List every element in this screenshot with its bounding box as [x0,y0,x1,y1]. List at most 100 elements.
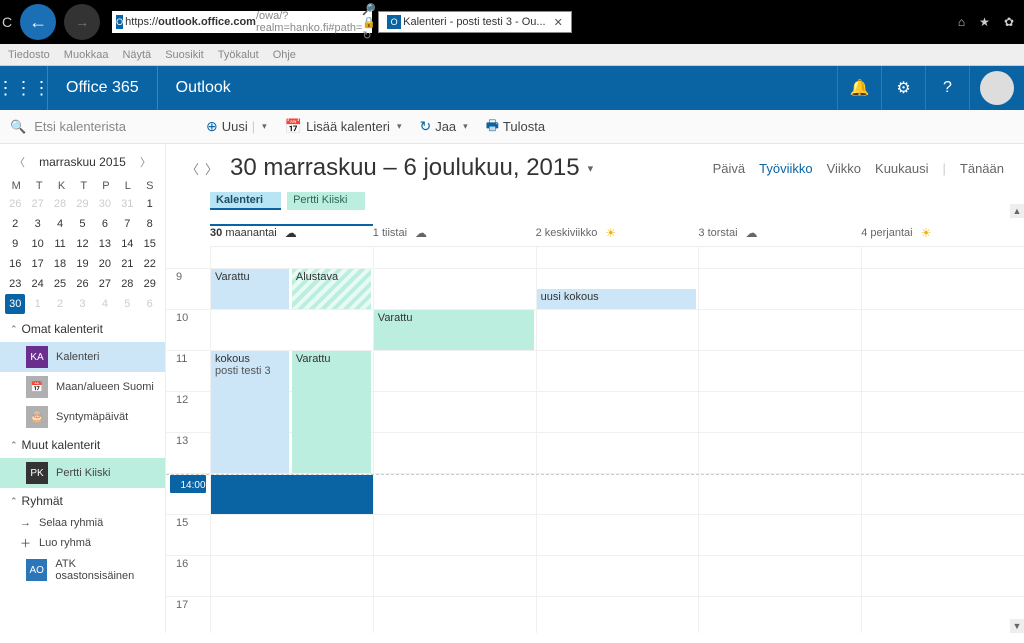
mini-cal-grid[interactable]: 2627282930311 2345678 9101112131415 1617… [0,192,165,316]
time-slot[interactable] [373,597,536,633]
time-slot[interactable] [698,310,861,350]
new-button[interactable]: ⊕ Uusi |▾ [206,118,267,135]
scroll-up-button[interactable]: ▲ [1010,204,1024,218]
time-slot[interactable]: uusi kokous [536,269,699,309]
create-group-link[interactable]: ＋Luo ryhmä [0,532,165,554]
view-week[interactable]: Viikko [827,161,861,176]
day[interactable]: 3 [72,294,92,314]
allday-slot[interactable] [210,247,373,268]
time-slot[interactable]: kokous posti testi 3 Varattu [210,351,373,391]
time-slot[interactable] [373,269,536,309]
day[interactable]: 6 [140,294,160,314]
day-header-thu[interactable]: 3 torstai☁ [698,224,861,246]
outlook-label[interactable]: Outlook [157,66,249,110]
date-range-title[interactable]: 30 marraskuu – 6 joulukuu, 2015 [230,154,580,182]
day[interactable]: 11 [50,234,70,254]
time-slot[interactable] [861,269,1024,309]
time-slot[interactable] [698,269,861,309]
day[interactable]: 9 [5,234,25,254]
time-slot[interactable] [210,310,373,350]
view-day[interactable]: Päivä [713,161,746,176]
time-slot[interactable] [536,515,699,555]
day[interactable]: 5 [117,294,137,314]
groups-section[interactable]: ⌃Ryhmät [0,488,165,514]
next-month-button[interactable]: 〉 [140,154,151,170]
day[interactable]: 26 [5,194,25,214]
time-slot[interactable] [698,515,861,555]
time-slot[interactable] [861,392,1024,432]
day[interactable]: 10 [28,234,48,254]
day[interactable]: 5 [72,214,92,234]
allday-slot[interactable] [373,247,536,268]
allday-slot[interactable] [861,247,1024,268]
browser-tab[interactable]: O Kalenteri - posti testi 3 - Ou... ✕ [378,11,572,33]
star-icon[interactable]: ★ [979,15,990,29]
share-button[interactable]: ↻ Jaa ▾ [419,118,467,135]
event-varattu-tue[interactable]: Varattu [374,310,534,350]
time-slot[interactable] [373,515,536,555]
calendar-item-region[interactable]: 📅 Maan/alueen Suomi [0,372,165,402]
day[interactable]: 24 [28,274,48,294]
time-slot[interactable] [861,351,1024,391]
day[interactable]: 25 [50,274,70,294]
office365-label[interactable]: Office 365 [48,79,157,97]
day[interactable]: 21 [117,254,137,274]
day[interactable]: 13 [95,234,115,254]
time-slot[interactable] [210,597,373,633]
day[interactable]: 1 [140,194,160,214]
day[interactable]: 16 [5,254,25,274]
day-header-mon[interactable]: 30 maanantai☁ [210,224,373,246]
day[interactable]: 2 [50,294,70,314]
help-icon[interactable]: ? [925,66,969,110]
day[interactable]: 4 [95,294,115,314]
settings-gear-icon[interactable]: ⚙ [881,66,925,110]
time-slot[interactable] [536,597,699,633]
print-button[interactable]: 🖶 Tulosta [486,115,545,139]
time-slot[interactable] [210,556,373,596]
calendar-item-kalenteri[interactable]: KA Kalenteri [0,342,165,372]
day-header-wed[interactable]: 2 keskiviikko☀ [536,224,699,246]
time-slot[interactable] [698,475,861,514]
calendar-item-birthdays[interactable]: 🎂 Syntymäpäivät [0,402,165,432]
day[interactable]: 1 [28,294,48,314]
day[interactable]: 3 [28,214,48,234]
time-slot[interactable] [373,433,536,473]
day-header-fri[interactable]: 4 perjantai☀ [861,224,1024,246]
day[interactable]: 20 [95,254,115,274]
time-slot[interactable] [536,556,699,596]
day[interactable]: 12 [72,234,92,254]
notifications-icon[interactable]: 🔔 [837,66,881,110]
app-launcher-icon[interactable]: ⋮⋮⋮ [0,66,48,110]
add-calendar-button[interactable]: 📅 Lisää kalenteri ▾ [285,118,402,135]
menu-fav[interactable]: Suosikit [165,49,204,61]
time-slot[interactable] [861,597,1024,633]
time-slot[interactable]: Varattu Alustava [210,269,373,309]
time-slot[interactable] [861,515,1024,555]
time-slot[interactable]: Varattu [373,310,536,350]
menu-file[interactable]: Tiedosto [8,49,50,61]
day[interactable]: 2 [5,214,25,234]
day[interactable]: 15 [140,234,160,254]
tab-close-icon[interactable]: ✕ [554,16,563,29]
browse-groups-link[interactable]: →Selaa ryhmiä [0,514,165,532]
chip-kalenteri[interactable]: Kalenteri [210,192,281,210]
event-uusi-kokous[interactable]: uusi kokous [537,289,697,309]
next-week-button[interactable]: 〉 [205,159,218,178]
time-slot[interactable] [210,515,373,555]
day[interactable]: 22 [140,254,160,274]
day[interactable]: 6 [95,214,115,234]
day[interactable]: 19 [72,254,92,274]
day[interactable]: 30 [95,194,115,214]
menu-help[interactable]: Ohje [273,49,296,61]
mini-cal-month[interactable]: marraskuu 2015 [39,155,126,169]
day[interactable]: 26 [72,274,92,294]
address-bar[interactable]: O https:// outlook.office.com /owa/?real… [112,11,372,33]
day[interactable]: 28 [117,274,137,294]
prev-week-button[interactable]: 〈 [186,159,199,178]
time-slot[interactable] [861,310,1024,350]
day[interactable]: 14 [117,234,137,254]
prev-month-button[interactable]: 〈 [14,154,25,170]
time-slot[interactable] [373,556,536,596]
forward-button[interactable]: → [64,4,100,40]
gear-icon[interactable]: ✿ [1004,15,1014,29]
